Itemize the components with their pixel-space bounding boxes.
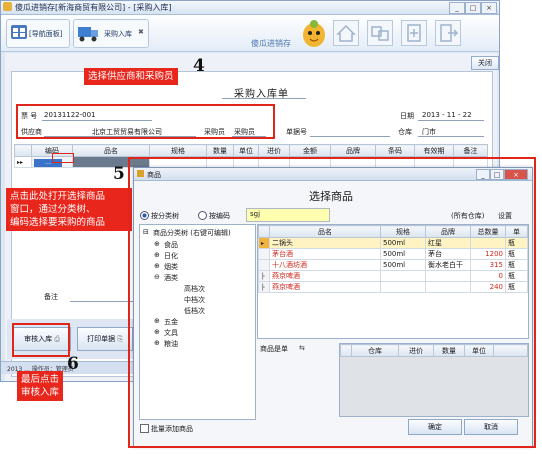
highlight-supplier-area xyxy=(16,104,275,139)
window-title: 傻瓜进销存[新海商贸有限公司] - [采购入库] xyxy=(15,3,172,12)
truck-icon xyxy=(78,27,98,42)
close-window-button[interactable]: × xyxy=(481,2,497,14)
app-icon xyxy=(3,2,12,11)
col-name[interactable]: 品名 xyxy=(72,144,150,157)
date-label: 日期 xyxy=(400,112,414,120)
highlight-picker-cell xyxy=(52,153,74,163)
callout-5-line-1: 点击此处打开选择商品 xyxy=(10,191,106,202)
grid-header-row: 编码 品名 规格 数量 单位 进价 金额 品牌 条码 有效期 备注 xyxy=(14,144,488,157)
title-bar: 傻瓜进销存[新海商贸有限公司] - [采购入库] _ □ × xyxy=(1,1,499,15)
callout-5-line-2: 窗口，通过分类树、 xyxy=(10,204,96,215)
callout-6-line-1: 最后点击 xyxy=(21,374,60,385)
tab-close-icon[interactable]: ✖ xyxy=(138,28,144,36)
callout-open-picker: 点击此处打开选择商品 窗口，通过分类树、 编码选择要采购的商品 xyxy=(6,188,132,231)
col-barcode[interactable]: 条码 xyxy=(375,144,415,157)
col-spec[interactable]: 规格 xyxy=(149,144,207,157)
title-underline xyxy=(222,98,306,99)
col-expiry[interactable]: 有效期 xyxy=(414,144,454,157)
step-number-4: 4 xyxy=(193,56,205,76)
step-number-6: 6 xyxy=(67,354,79,374)
callout-6-line-2: 审核入库 xyxy=(21,387,60,398)
tab-nav-panel[interactable]: [导航面板] xyxy=(6,19,70,48)
col-amount[interactable]: 金额 xyxy=(289,144,331,157)
col-remark[interactable]: 备注 xyxy=(453,144,488,157)
step-number-5: 5 xyxy=(113,164,125,184)
logo-text: 傻瓜进销存 xyxy=(251,39,291,48)
callout-audit: 最后点击 审核入库 xyxy=(17,371,64,401)
print-button[interactable]: 打印单据 ⎘ xyxy=(77,327,133,351)
grid-corner xyxy=(14,144,32,157)
warehouse-underline xyxy=(418,136,484,137)
maximize-button[interactable]: □ xyxy=(465,2,481,14)
cubes-icon[interactable] xyxy=(367,20,393,46)
col-qty[interactable]: 数量 xyxy=(206,144,234,157)
remark-label: 备注 xyxy=(44,293,58,301)
exit-icon[interactable] xyxy=(435,20,461,46)
doc-number-label: 单据号 xyxy=(286,128,307,136)
print-button-label: 打印单据 xyxy=(87,335,116,343)
col-unit[interactable]: 单位 xyxy=(233,144,259,157)
warehouse-label: 仓库 xyxy=(398,128,412,136)
callout-5-line-3: 编码选择要采购的商品 xyxy=(10,217,106,228)
tab-purchase-inbound[interactable]: 采购入库 ✖ xyxy=(73,19,149,48)
col-brand[interactable]: 品牌 xyxy=(330,144,376,157)
home-icon[interactable] xyxy=(333,20,359,46)
add-doc-icon[interactable] xyxy=(401,20,427,46)
grid-icon xyxy=(11,25,27,39)
highlight-product-dialog xyxy=(128,157,536,448)
col-price[interactable]: 进价 xyxy=(258,144,290,157)
date-underline xyxy=(418,120,484,121)
tab-nav-panel-label: [导航面板] xyxy=(29,30,63,38)
print-icon: ⎘ xyxy=(117,335,123,343)
close-form-button[interactable]: 关闭 xyxy=(471,56,499,70)
minimize-button[interactable]: _ xyxy=(449,2,465,14)
callout-select-supplier: 选择供应商和采购员 xyxy=(84,68,178,85)
toolbar: [导航面板] 采购入库 ✖ 傻瓜进销存 xyxy=(1,15,499,52)
doc-number-field[interactable] xyxy=(310,136,390,137)
mascot-icon xyxy=(303,20,325,47)
row-marker: ▸▸ xyxy=(14,156,32,168)
date-field[interactable]: 2013 - 11 - 22 xyxy=(422,111,472,119)
highlight-audit-button xyxy=(12,323,70,357)
tab-purchase-label: 采购入库 xyxy=(104,30,132,38)
